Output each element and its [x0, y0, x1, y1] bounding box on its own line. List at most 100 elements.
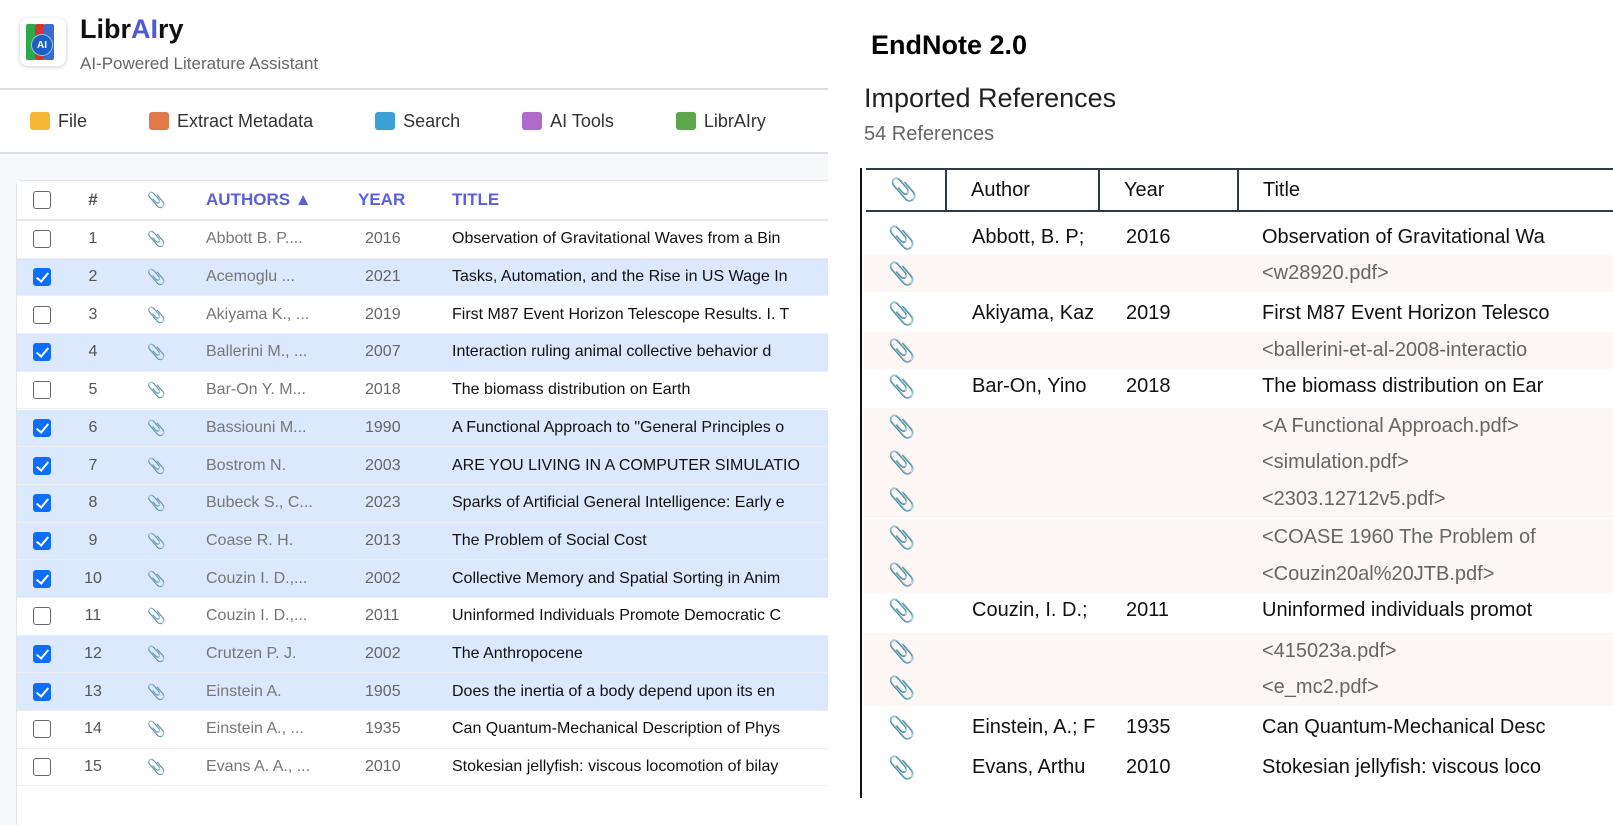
- row-number: 5: [88, 381, 98, 399]
- column-author[interactable]: Author: [945, 170, 1095, 210]
- row-checkbox[interactable]: [33, 456, 51, 475]
- paperclip-icon[interactable]: 📎: [147, 758, 166, 776]
- column-authors[interactable]: AUTHORS ▲: [206, 190, 346, 210]
- paperclip-icon[interactable]: 📎: [147, 268, 166, 286]
- row-number: 7: [88, 456, 98, 474]
- attachment-row[interactable]: 📎 <A Functional Approach.pdf>: [864, 408, 1613, 445]
- row-authors: Bostrom N.: [206, 456, 287, 474]
- column-attachment-icon[interactable]: 📎: [147, 191, 166, 209]
- paperclip-icon[interactable]: 📎: [147, 230, 166, 248]
- attachment-row[interactable]: 📎 <w28920.pdf>: [864, 255, 1613, 292]
- row-year: 1905: [365, 682, 401, 700]
- row-checkbox[interactable]: [33, 418, 51, 437]
- row-authors: Ballerini M., ...: [206, 343, 308, 361]
- table-row[interactable]: 1 📎 Abbott B. P.... 2016 Observation of …: [17, 221, 828, 259]
- paperclip-icon[interactable]: 📎: [147, 720, 166, 738]
- paperclip-icon[interactable]: 📎: [147, 494, 166, 512]
- table-row[interactable]: 11 📎 Couzin I. D.,... 2011 Uninformed In…: [17, 598, 828, 636]
- table-row[interactable]: 7 📎 Bostrom N. 2003 ARE YOU LIVING IN A …: [17, 447, 828, 485]
- table-row[interactable]: 14 📎 Einstein A., ... 1935 Can Quantum-M…: [17, 711, 828, 749]
- reference-row[interactable]: 📎 Einstein, A.; F 1935 Can Quantum-Mechanic…: [864, 709, 1613, 746]
- row-checkbox[interactable]: [33, 305, 51, 324]
- attachment-column-icon[interactable]: 📎: [866, 170, 946, 210]
- paperclip-icon[interactable]: 📎: [147, 570, 166, 588]
- row-checkbox[interactable]: [33, 607, 51, 626]
- column-title[interactable]: TITLE: [452, 190, 828, 210]
- robot-icon: [522, 112, 543, 130]
- paperclip-icon[interactable]: 📎: [147, 645, 166, 663]
- app-name: LibrAIry: [80, 14, 184, 45]
- reference-row[interactable]: 📎 Akiyama, Kaz 2019 First M87 Event Horizon…: [864, 295, 1613, 332]
- row-checkbox[interactable]: [33, 343, 51, 362]
- endnote-title: EndNote 2.0: [871, 30, 1028, 60]
- table-row[interactable]: 6 📎 Bassiouni M... 1990 A Functional App…: [17, 409, 828, 448]
- app-logo: AI: [20, 18, 66, 66]
- paperclip-icon[interactable]: 📎: [147, 607, 166, 625]
- column-year[interactable]: Year: [1098, 170, 1238, 210]
- paperclip-icon[interactable]: 📎: [147, 683, 166, 701]
- paperclip-icon[interactable]: 📎: [147, 532, 166, 550]
- attachment-row[interactable]: 📎 <e_mc2.pdf>: [864, 669, 1613, 706]
- paperclip-icon: 📎: [888, 525, 916, 550]
- row-checkbox[interactable]: [33, 268, 51, 287]
- row-checkbox[interactable]: [33, 531, 51, 550]
- reference-row[interactable]: 📎 Abbott, B. P; 2016 Observation of Gravita…: [864, 219, 1613, 256]
- toolbar-librairy-button[interactable]: LibrAIry: [675, 111, 766, 132]
- row-number: 11: [84, 607, 102, 625]
- paperclip-icon[interactable]: 📎: [147, 419, 166, 437]
- attachment-row[interactable]: 📎 <Couzin20al%20JTB.pdf>: [864, 556, 1613, 593]
- row-authors: Acemoglu ...: [206, 268, 295, 286]
- row-year: 2013: [365, 531, 401, 549]
- row-number: 6: [88, 418, 98, 436]
- row-checkbox[interactable]: [33, 682, 51, 701]
- toolbar-file-button[interactable]: File: [30, 111, 87, 132]
- row-checkbox[interactable]: [33, 758, 51, 777]
- select-all-checkbox[interactable]: [33, 191, 51, 209]
- row-checkbox[interactable]: [33, 569, 51, 588]
- reference-author: Bar-On, Yino: [972, 375, 1087, 397]
- table-row[interactable]: 12 📎 Crutzen P. J. 2002 The Anthropocene: [17, 635, 828, 674]
- row-authors: Einstein A., ...: [206, 720, 304, 738]
- attachment-row[interactable]: 📎 <415023a.pdf>: [864, 633, 1613, 670]
- reference-author: Abbott, B. P;: [972, 226, 1085, 248]
- row-checkbox[interactable]: [33, 230, 51, 249]
- column-year[interactable]: YEAR: [358, 190, 405, 210]
- row-year: 2019: [365, 305, 401, 323]
- row-checkbox[interactable]: [33, 720, 51, 739]
- paperclip-icon[interactable]: 📎: [147, 306, 166, 324]
- toolbar-extract-metadata-button[interactable]: Extract Metadata: [149, 111, 313, 132]
- row-authors: Coase R. H.: [206, 531, 294, 549]
- paperclip-icon[interactable]: 📎: [147, 457, 166, 475]
- reference-row[interactable]: 📎 Bar-On, Yino 2018 The biomass distributio…: [864, 368, 1613, 405]
- attachment-row[interactable]: 📎 <2303.12712v5.pdf>: [864, 481, 1613, 518]
- table-row[interactable]: 10 📎 Couzin I. D.,... 2002 Collective Me…: [17, 560, 828, 598]
- paperclip-icon: 📎: [888, 755, 916, 780]
- reference-row[interactable]: 📎 Evans, Arthu 2010 Stokesian jellyfish: vi…: [864, 749, 1613, 786]
- table-row[interactable]: 2 📎 Acemoglu ... 2021 Tasks, Automation,…: [17, 258, 828, 297]
- attachment-row[interactable]: 📎 <COASE 1960 The Problem of: [864, 519, 1613, 556]
- row-checkbox[interactable]: [33, 381, 51, 400]
- attachment-row[interactable]: 📎 <simulation.pdf>: [864, 444, 1613, 481]
- paperclip-icon[interactable]: 📎: [147, 343, 166, 361]
- table-row[interactable]: 8 📎 Bubeck S., C... 2023 Sparks of Artif…: [17, 484, 828, 523]
- row-number: 13: [84, 682, 102, 700]
- table-row[interactable]: 3 📎 Akiyama K., ... 2019 First M87 Event…: [17, 296, 828, 335]
- row-year: 2018: [365, 381, 401, 399]
- column-number[interactable]: #: [77, 190, 109, 210]
- row-authors: Akiyama K., ...: [206, 305, 310, 323]
- toolbar-search-button[interactable]: Search: [375, 111, 460, 132]
- reference-row[interactable]: 📎 Couzin, I. D.; 2011 Uninformed individual…: [864, 592, 1613, 629]
- table-row[interactable]: 4 📎 Ballerini M., ... 2007 Interaction r…: [17, 334, 828, 372]
- row-checkbox[interactable]: [33, 494, 51, 513]
- table-row[interactable]: 15 📎 Evans A. A., ... 2010 Stokesian jel…: [17, 749, 828, 787]
- table-row[interactable]: 5 📎 Bar-On Y. M... 2018 The biomass dist…: [17, 372, 828, 410]
- attachment-filename: <w28920.pdf>: [1262, 262, 1389, 284]
- toolbar-ai-tools-button[interactable]: AI Tools: [522, 111, 614, 132]
- table-row[interactable]: 13 📎 Einstein A. 1905 Does the inertia o…: [17, 673, 828, 712]
- column-title[interactable]: Title: [1237, 170, 1613, 210]
- attachment-row[interactable]: 📎 <ballerini-et-al-2008-interactio: [864, 332, 1613, 369]
- table-row[interactable]: 9 📎 Coase R. H. 2013 The Problem of Soci…: [17, 522, 828, 561]
- row-year: 2003: [365, 456, 401, 474]
- row-checkbox[interactable]: [33, 645, 51, 664]
- paperclip-icon[interactable]: 📎: [147, 381, 166, 399]
